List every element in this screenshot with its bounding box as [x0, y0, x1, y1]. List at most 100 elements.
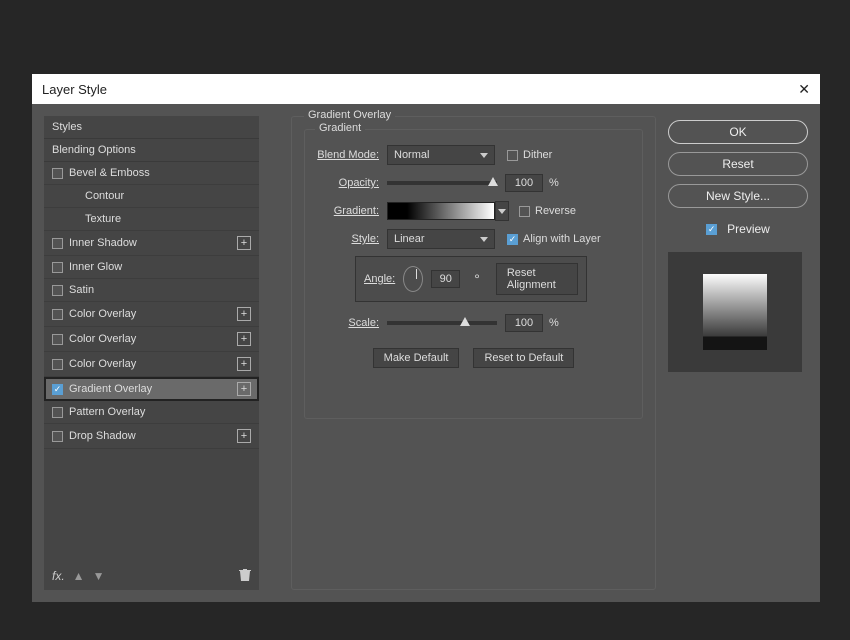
ok-button[interactable]: OK: [668, 120, 808, 144]
gradient-dropdown-icon[interactable]: [495, 201, 509, 221]
style-checkbox[interactable]: [52, 431, 63, 442]
make-default-button[interactable]: Make Default: [373, 348, 460, 368]
styles-panel: Styles Blending Options Bevel & Emboss Co…: [44, 116, 259, 590]
angle-dial[interactable]: [403, 266, 423, 292]
settings-content: Blend Mode: Normal Dither Opacity: 100 %: [305, 130, 642, 378]
add-effect-icon[interactable]: +: [237, 332, 251, 346]
angle-label: Angle:: [364, 273, 395, 285]
add-effect-icon[interactable]: +: [237, 307, 251, 321]
opacity-label: Opacity:: [315, 177, 379, 189]
style-label: Style:: [315, 233, 379, 245]
gradient-overlay-group: Gradient Overlay Gradient Blend Mode: No…: [291, 116, 656, 590]
style-select[interactable]: Linear: [387, 229, 495, 249]
styles-footer: fx. ▲ ▼: [44, 562, 259, 590]
preview-checkbox[interactable]: [706, 224, 717, 235]
trash-icon[interactable]: [239, 568, 251, 585]
gradient-row: Gradient: Reverse: [315, 200, 632, 222]
style-item-label: Inner Glow: [69, 261, 122, 273]
opacity-value[interactable]: 100: [505, 174, 543, 192]
scale-row: Scale: 100 %: [315, 312, 632, 334]
blend-mode-select[interactable]: Normal: [387, 145, 495, 165]
style-checkbox[interactable]: [52, 359, 63, 370]
preview-swatch: [703, 274, 767, 350]
style-item-label: Color Overlay: [69, 333, 136, 345]
dialog-title: Layer Style: [42, 82, 107, 97]
style-item-contour[interactable]: Contour: [44, 185, 259, 208]
angle-value[interactable]: 90: [431, 270, 460, 288]
reset-to-default-button[interactable]: Reset to Default: [473, 348, 574, 368]
style-item-label: Satin: [69, 284, 94, 296]
style-item-gradient-overlay[interactable]: Gradient Overlay +: [44, 377, 259, 401]
style-checkbox[interactable]: [52, 309, 63, 320]
dither-checkbox[interactable]: [507, 150, 518, 161]
reset-button[interactable]: Reset: [668, 152, 808, 176]
preview-row: Preview: [668, 222, 808, 236]
style-item-label: Drop Shadow: [69, 430, 136, 442]
style-checkbox[interactable]: [52, 238, 63, 249]
style-item-drop-shadow[interactable]: Drop Shadow +: [44, 424, 259, 449]
style-checkbox[interactable]: [52, 334, 63, 345]
defaults-row: Make Default Reset to Default: [315, 348, 632, 368]
reverse-label: Reverse: [535, 205, 576, 217]
scale-unit: %: [549, 317, 559, 329]
scale-label: Scale:: [315, 317, 379, 329]
blend-mode-row: Blend Mode: Normal Dither: [315, 144, 632, 166]
style-item-bevel-emboss[interactable]: Bevel & Emboss: [44, 162, 259, 185]
style-item-inner-shadow[interactable]: Inner Shadow +: [44, 231, 259, 256]
style-item-texture[interactable]: Texture: [44, 208, 259, 231]
reset-alignment-button[interactable]: Reset Alignment: [496, 263, 578, 295]
actions-panel: OK Reset New Style... Preview: [668, 116, 808, 590]
scale-value[interactable]: 100: [505, 314, 543, 332]
style-item-label: Contour: [85, 190, 124, 202]
layer-style-dialog: Layer Style ✕ Styles Blending Options Be…: [32, 74, 820, 602]
styles-list: Styles Blending Options Bevel & Emboss Co…: [44, 116, 259, 562]
style-checkbox[interactable]: [52, 262, 63, 273]
style-item-color-overlay[interactable]: Color Overlay +: [44, 302, 259, 327]
add-effect-icon[interactable]: +: [237, 357, 251, 371]
style-item-satin[interactable]: Satin: [44, 279, 259, 302]
add-effect-icon[interactable]: +: [237, 382, 251, 396]
style-checkbox[interactable]: [52, 285, 63, 296]
preview-label: Preview: [727, 222, 770, 236]
fx-icon[interactable]: fx.: [52, 569, 65, 583]
add-effect-icon[interactable]: +: [237, 236, 251, 250]
blend-mode-label: Blend Mode:: [315, 149, 379, 161]
style-item-label: Inner Shadow: [69, 237, 137, 249]
inner-title: Gradient: [315, 122, 365, 134]
reverse-checkbox[interactable]: [519, 206, 530, 217]
style-item-color-overlay[interactable]: Color Overlay +: [44, 352, 259, 377]
angle-row: Angle: 90 ° Reset Alignment: [355, 256, 587, 302]
add-effect-icon[interactable]: +: [237, 429, 251, 443]
style-item-label: Color Overlay: [69, 308, 136, 320]
gradient-group: Gradient Blend Mode: Normal Dither Opaci…: [304, 129, 643, 419]
style-item-color-overlay[interactable]: Color Overlay +: [44, 327, 259, 352]
settings-panel: Gradient Overlay Gradient Blend Mode: No…: [271, 116, 656, 590]
style-item-label: Bevel & Emboss: [69, 167, 150, 179]
group-title: Gradient Overlay: [304, 109, 395, 121]
align-label: Align with Layer: [523, 233, 601, 245]
scale-slider[interactable]: [387, 321, 497, 325]
gradient-swatch[interactable]: [387, 202, 495, 220]
styles-header[interactable]: Styles: [44, 116, 259, 139]
move-down-icon[interactable]: ▼: [93, 569, 105, 583]
move-up-icon[interactable]: ▲: [73, 569, 85, 583]
style-item-inner-glow[interactable]: Inner Glow: [44, 256, 259, 279]
gradient-label: Gradient:: [315, 205, 379, 217]
close-icon[interactable]: ✕: [798, 81, 810, 98]
style-item-label: Pattern Overlay: [69, 406, 145, 418]
style-checkbox[interactable]: [52, 168, 63, 179]
titlebar: Layer Style ✕: [32, 74, 820, 104]
new-style-button[interactable]: New Style...: [668, 184, 808, 208]
style-checkbox[interactable]: [52, 407, 63, 418]
dialog-body: Styles Blending Options Bevel & Emboss Co…: [32, 104, 820, 602]
align-checkbox[interactable]: [507, 234, 518, 245]
style-item-label: Texture: [85, 213, 121, 225]
style-checkbox[interactable]: [52, 384, 63, 395]
preview-box: [668, 252, 802, 372]
style-item-label: Color Overlay: [69, 358, 136, 370]
opacity-slider[interactable]: [387, 181, 497, 185]
blending-options-header[interactable]: Blending Options: [44, 139, 259, 162]
style-item-pattern-overlay[interactable]: Pattern Overlay: [44, 401, 259, 424]
style-item-label: Gradient Overlay: [69, 383, 152, 395]
angle-unit: °: [474, 271, 480, 287]
